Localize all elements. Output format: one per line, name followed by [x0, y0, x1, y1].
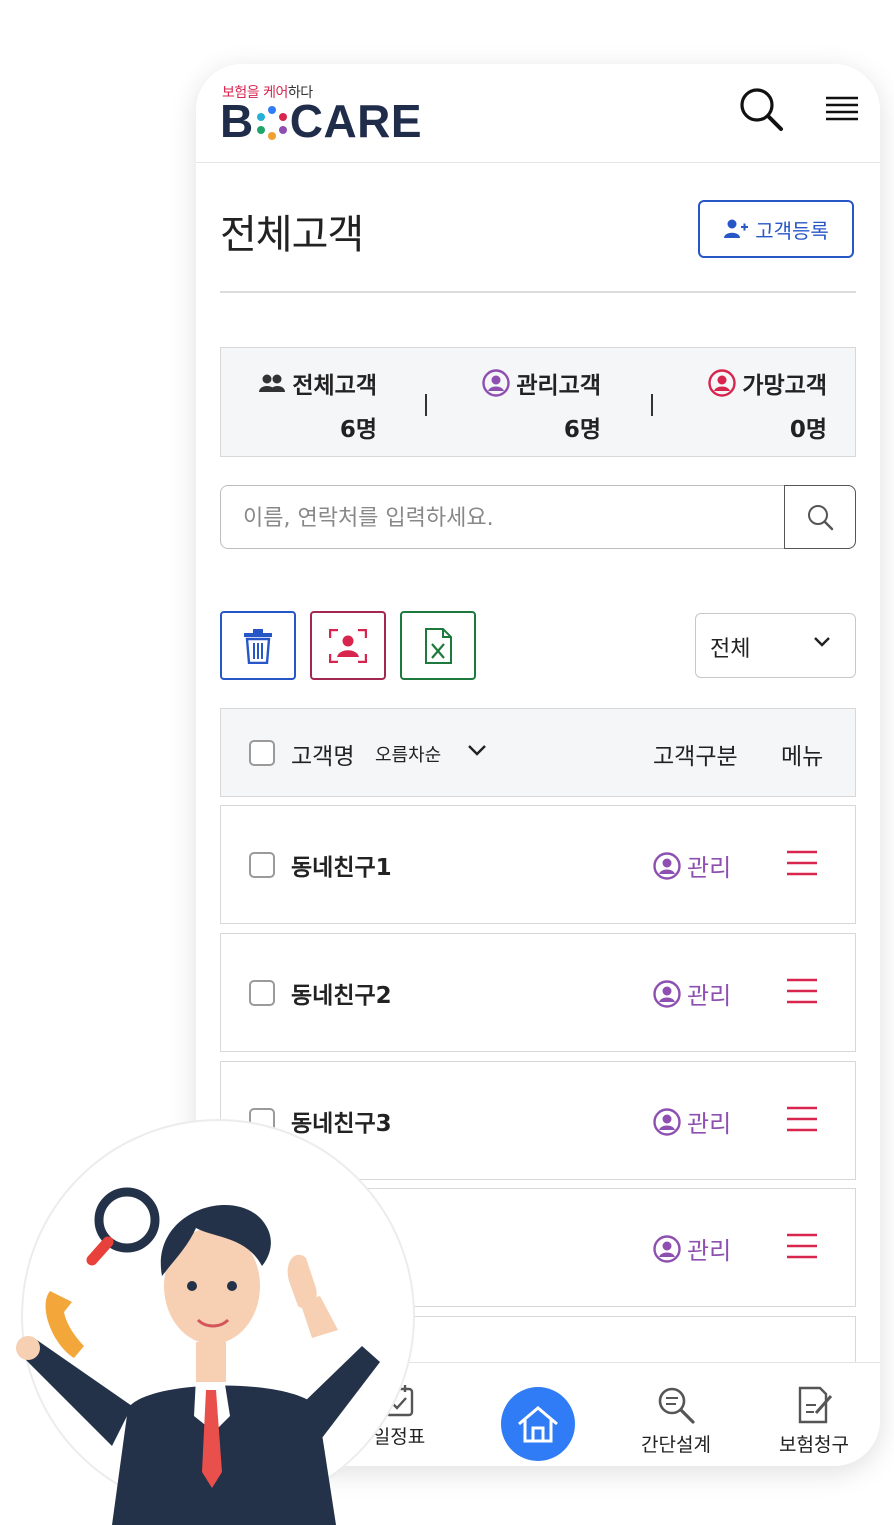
- nav-insurance-claim[interactable]: 보험청구: [770, 1385, 858, 1457]
- column-header-type: 고객구분: [653, 744, 738, 770]
- search-icon[interactable]: [738, 86, 784, 132]
- home-icon: [518, 1406, 558, 1443]
- row-checkbox[interactable]: [249, 980, 275, 1006]
- customer-name: 동네친구2: [291, 983, 392, 1009]
- hamburger-menu-icon[interactable]: [826, 96, 858, 122]
- stat-separator: [425, 394, 427, 416]
- customer-name: 동네친구1: [291, 855, 392, 881]
- search-document-icon: [658, 1387, 695, 1424]
- register-button-label: 고객등록: [755, 218, 829, 243]
- customer-type: 관리: [653, 1231, 731, 1266]
- customer-type-label: 관리: [687, 854, 732, 882]
- customer-type-label: 관리: [687, 1110, 732, 1138]
- delete-button[interactable]: [220, 611, 296, 680]
- nav-insurance-claim-label: 보험청구: [779, 1434, 849, 1456]
- user-circle-icon: [653, 979, 681, 1008]
- claim-document-icon: [798, 1386, 833, 1424]
- logo-letters-care: CARE: [289, 95, 423, 147]
- title-divider: [220, 291, 856, 293]
- stat-managed-customers[interactable]: 관리고객 6명: [471, 366, 601, 444]
- search-input[interactable]: [241, 500, 765, 536]
- logo-letter-b: B: [220, 95, 254, 147]
- add-user-icon: [724, 219, 749, 238]
- people-icon: [259, 374, 286, 392]
- customer-type: 관리: [653, 1104, 731, 1139]
- stat-separator: [651, 394, 653, 416]
- stat-label: 가망고객: [742, 373, 827, 399]
- user-circle-icon: [708, 369, 737, 397]
- logo-ring-icon: [256, 106, 287, 140]
- chevron-down-icon[interactable]: [467, 743, 487, 757]
- stat-label: 관리고객: [516, 373, 601, 399]
- customer-type: 관리: [653, 848, 731, 883]
- filter-selected-value: 전체: [710, 637, 751, 662]
- stat-value: 6명: [563, 417, 601, 443]
- customer-type-label: 관리: [687, 1237, 732, 1265]
- nav-quick-design[interactable]: 간단설계: [632, 1385, 720, 1457]
- user-circle-icon: [653, 1107, 681, 1136]
- excel-export-button[interactable]: [400, 611, 476, 680]
- excel-file-icon: [425, 627, 452, 664]
- user-circle-icon: [482, 369, 511, 397]
- row-menu-icon[interactable]: [787, 1233, 817, 1259]
- table-row[interactable]: 동네친구2 관리: [220, 933, 856, 1052]
- row-menu-icon[interactable]: [787, 850, 817, 876]
- stat-value: 0명: [789, 417, 827, 443]
- row-checkbox[interactable]: [249, 852, 275, 878]
- stat-label: 전체고객: [292, 373, 377, 399]
- page-title: 전체고객: [220, 212, 364, 258]
- nav-home-button[interactable]: [501, 1387, 575, 1461]
- stat-prospect-customers[interactable]: 가망고객 0명: [697, 366, 827, 444]
- table-header: 고객명 오름차순 고객구분 메뉴: [220, 708, 856, 797]
- table-row[interactable]: 동네친구1 관리: [220, 805, 856, 924]
- select-all-checkbox[interactable]: [249, 740, 275, 766]
- column-header-menu: 메뉴: [781, 744, 824, 770]
- customer-type-label: 관리: [687, 982, 732, 1010]
- mascot-illustration: [16, 1119, 415, 1525]
- search-button[interactable]: [784, 485, 856, 549]
- bocare-logo[interactable]: B CARE: [220, 98, 422, 144]
- scan-contact-button[interactable]: [310, 611, 386, 680]
- sort-order-label[interactable]: 오름차순: [375, 741, 441, 767]
- app-header: 보험을 케어하다 B CARE: [196, 64, 880, 163]
- search-icon: [808, 505, 834, 531]
- column-header-name: 고객명: [291, 744, 355, 770]
- customer-type-filter-select[interactable]: 전체: [695, 613, 856, 678]
- chevron-down-icon: [814, 637, 830, 647]
- row-menu-icon[interactable]: [787, 978, 817, 1004]
- trash-icon: [244, 628, 272, 664]
- stat-value: 6명: [339, 417, 377, 443]
- stat-all-customers[interactable]: 전체고객 6명: [247, 366, 377, 444]
- scan-contact-icon: [329, 628, 367, 663]
- customer-stats-panel: 전체고객 6명 관리고객 6명 가망고객 0명: [220, 347, 856, 457]
- row-menu-icon[interactable]: [787, 1106, 817, 1132]
- register-customer-button[interactable]: 고객등록: [698, 200, 854, 258]
- user-circle-icon: [653, 1234, 681, 1263]
- nav-quick-design-label: 간단설계: [641, 1434, 711, 1456]
- customer-search-box: [220, 485, 856, 549]
- customer-type: 관리: [653, 976, 731, 1011]
- user-circle-icon: [653, 851, 681, 880]
